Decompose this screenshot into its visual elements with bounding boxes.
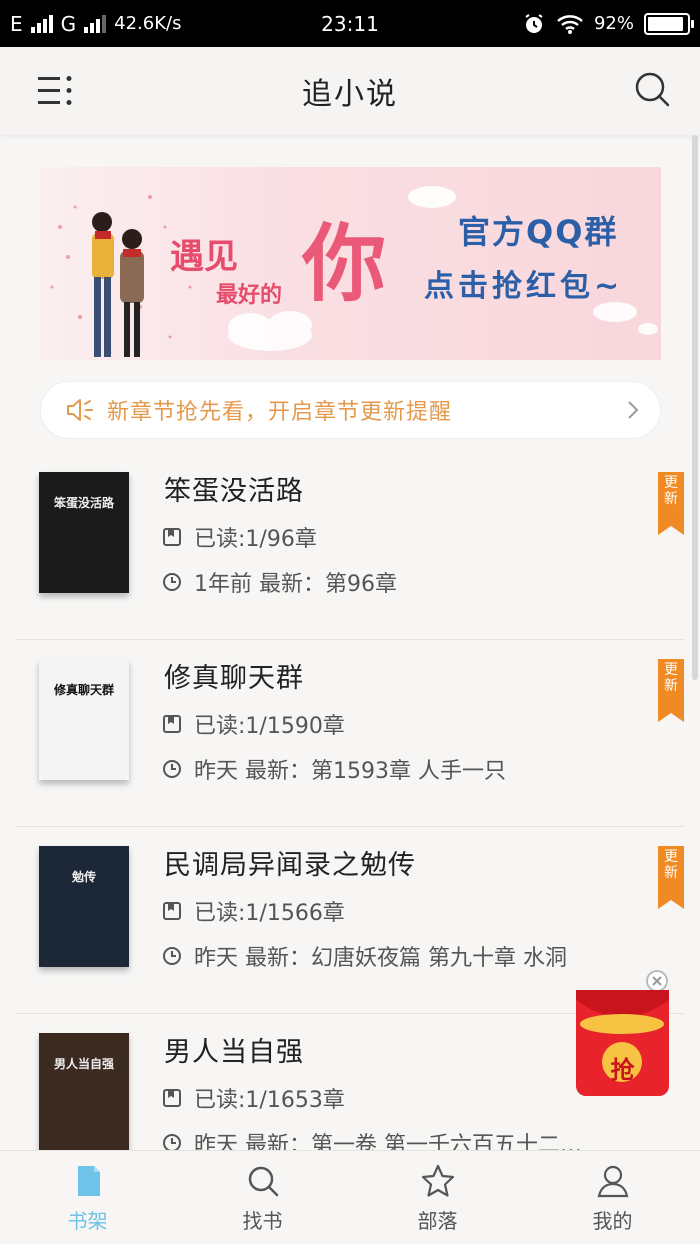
tab-tribe-label: 部落 — [417, 1209, 458, 1233]
book-read-progress: 已读:1/1566章 — [162, 895, 345, 927]
red-packet-button[interactable]: 抢 — [574, 986, 671, 1098]
bookmark-icon — [163, 902, 181, 920]
book-cover-bg — [39, 659, 129, 780]
notice-text: 新章节抢先看，开启章节更新提醒 — [107, 400, 453, 425]
bookshelf-icon — [77, 1166, 100, 1196]
book-read-text: 已读:1/1566章 — [194, 901, 345, 926]
user-icon — [597, 1165, 628, 1198]
book-cover-title: 勉传 — [71, 870, 96, 884]
book-cover[interactable]: 勉传 — [39, 846, 129, 967]
banner-text-you: 你 — [302, 215, 387, 313]
book-cover-bg — [39, 472, 129, 593]
battery-icon — [644, 12, 694, 35]
menu-icon[interactable] — [36, 73, 76, 109]
signal2-icon — [84, 14, 107, 33]
bottom-tab-bar: 书架 找书 部落 我的 — [0, 1150, 700, 1244]
book-read-text: 已读:1/96章 — [194, 527, 317, 552]
book-row[interactable]: 笨蛋没活路 笨蛋没活路 已读:1/96章 1年前 最新：第96章 更新 — [16, 453, 684, 640]
tab-bookshelf-label: 书架 — [67, 1209, 108, 1233]
banner-text-meet: 遇见 — [170, 237, 238, 277]
book-latest-text: 昨天 最新：幻唐妖夜篇 第九十章 水洞 — [194, 946, 567, 971]
bookmark-icon — [163, 528, 181, 546]
book-row[interactable]: 修真聊天群 修真聊天群 已读:1/1590章 昨天 最新：第1593章 人手一只… — [16, 640, 684, 827]
red-packet-label: 抢 — [610, 1056, 635, 1084]
promo-banner[interactable]: 遇见 最好的 你 官方QQ群 点击抢红包~ — [40, 167, 661, 360]
app-header: 追小说 — [0, 47, 700, 135]
book-latest: 1年前 最新：第96章 — [162, 566, 397, 598]
tab-mine[interactable]: 我的 — [525, 1151, 700, 1244]
book-title: 民调局异闻录之勉传 — [164, 850, 416, 881]
book-latest: 昨天 最新：第1593章 人手一只 — [162, 753, 506, 785]
search-icon — [248, 1166, 278, 1197]
alarm-icon — [525, 13, 543, 33]
tab-mine-label: 我的 — [592, 1209, 633, 1233]
book-cover[interactable]: 笨蛋没活路 — [39, 472, 129, 593]
page-title: 追小说 — [302, 77, 398, 112]
book-read-progress: 已读:1/1590章 — [162, 708, 345, 740]
speaker-icon — [67, 399, 93, 421]
book-latest-text: 昨天 最新：第1593章 人手一只 — [194, 759, 506, 784]
chevron-right-icon — [628, 401, 639, 419]
book-latest: 昨天 最新：幻唐妖夜篇 第九十章 水洞 — [162, 940, 567, 972]
couple-illustration — [92, 212, 144, 357]
book-cover-title: 男人当自强 — [53, 1057, 114, 1071]
banner-text-redpack: 点击抢红包~ — [424, 269, 624, 304]
clock-icon — [163, 573, 181, 591]
status-left: E G 42.6K/s — [10, 12, 181, 36]
tab-find-book-label: 找书 — [242, 1209, 283, 1233]
book-read-text: 已读:1/1590章 — [194, 714, 345, 739]
book-cover-bg — [39, 846, 129, 967]
search-icon[interactable] — [632, 69, 672, 109]
network-speed: 42.6K/s — [114, 13, 182, 34]
carrier2-label: G — [60, 11, 77, 36]
banner-text-qq: 官方QQ群 — [458, 213, 619, 251]
clock-icon — [163, 947, 181, 965]
book-cover-title: 笨蛋没活路 — [53, 496, 114, 510]
signal1-icon — [30, 14, 53, 33]
book-latest-text: 1年前 最新：第96章 — [194, 572, 397, 597]
book-cover[interactable]: 修真聊天群 — [39, 659, 129, 780]
book-read-progress: 已读:1/1653章 — [162, 1082, 345, 1114]
book-title: 男人当自强 — [164, 1037, 304, 1068]
clock-icon — [163, 760, 181, 778]
tab-find-book[interactable]: 找书 — [175, 1151, 350, 1244]
book-title: 笨蛋没活路 — [164, 476, 304, 507]
book-cover-bg — [39, 1033, 129, 1154]
bookmark-icon — [163, 1089, 181, 1107]
book-cover-title: 修真聊天群 — [53, 683, 114, 697]
battery-percent: 92% — [593, 13, 634, 34]
wifi-icon — [557, 14, 583, 34]
status-bar: E G 42.6K/s 23:11 92% — [0, 0, 700, 47]
banner-text-best: 最好的 — [216, 283, 283, 308]
update-badge: 更新 — [658, 659, 684, 722]
update-badge: 更新 — [658, 846, 684, 909]
update-badge: 更新 — [658, 472, 684, 535]
book-title: 修真聊天群 — [164, 663, 304, 694]
tab-tribe[interactable]: 部落 — [350, 1151, 525, 1244]
book-read-progress: 已读:1/96章 — [162, 521, 317, 553]
star-icon — [421, 1164, 454, 1197]
tab-bookshelf[interactable]: 书架 — [0, 1151, 175, 1244]
book-read-text: 已读:1/1653章 — [194, 1088, 345, 1113]
bookmark-icon — [163, 715, 181, 733]
status-right: 92% — [522, 12, 694, 36]
book-cover[interactable]: 男人当自强 — [39, 1033, 129, 1154]
update-reminder-bar[interactable]: 新章节抢先看，开启章节更新提醒 — [40, 381, 661, 439]
carrier1-label: E — [10, 11, 23, 36]
